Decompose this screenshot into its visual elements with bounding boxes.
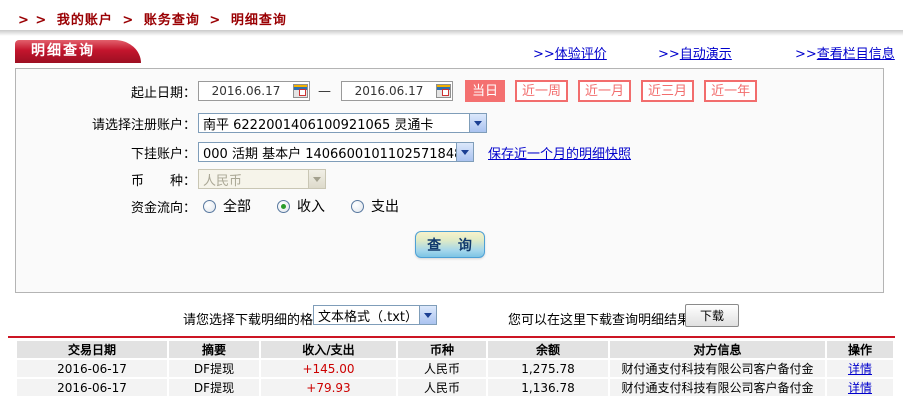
header-amount: 收入/支出 — [261, 341, 396, 358]
cell-date: 2016-06-17 — [17, 360, 167, 377]
cell-counterparty: 财付通支付科技有限公司客户备付金 — [610, 379, 825, 396]
table-header-row: 交易日期 摘要 收入/支出 币种 余额 对方信息 操作 — [17, 341, 893, 358]
radio-all-label: 全部 — [223, 199, 251, 215]
cell-action: 详情 — [827, 360, 893, 377]
quick-range-year-button[interactable]: 近一年 — [704, 80, 758, 102]
download-format-select[interactable]: 文本格式（.txt） — [313, 305, 437, 325]
query-form-panel: 起止日期： — 当日 近一周 近一月 近三月 近一年 请选择注册账户： 南平 6… — [15, 68, 884, 293]
calendar-icon[interactable] — [436, 84, 451, 98]
registered-account-label: 请选择注册账户： — [91, 117, 196, 133]
start-date-field[interactable] — [198, 81, 310, 101]
breadcrumb-separator: > — [122, 13, 135, 28]
breadcrumb-prefix: > > — [18, 13, 48, 28]
link-auto-demo[interactable]: >>自动演示 — [658, 43, 732, 62]
detail-link[interactable]: 详情 — [848, 381, 872, 395]
quick-range-month-button[interactable]: 近一月 — [578, 80, 632, 102]
currency-value: 人民币 — [203, 173, 243, 189]
breadcrumb-item-detail-query[interactable]: 明细查询 — [231, 13, 287, 28]
download-hint: 您可以在这里下载查询明细结果 — [508, 313, 691, 328]
cell-balance: 1,275.78 — [488, 360, 608, 377]
cell-amount: +79.93 — [261, 379, 396, 396]
currency-select: 人民币 — [198, 169, 326, 189]
breadcrumb: > > 我的账户 > 账务查询 > 明细查询 — [18, 9, 291, 28]
cell-currency: 人民币 — [398, 379, 486, 396]
calendar-icon[interactable] — [293, 84, 308, 98]
radio-income[interactable]: 收入 — [277, 196, 325, 216]
dropdown-arrow-icon[interactable] — [469, 114, 486, 132]
breadcrumb-item-account-query[interactable]: 账务查询 — [144, 13, 200, 28]
date-range-label: 起止日期： — [130, 85, 196, 101]
link-label: 体验评价 — [554, 47, 607, 62]
cell-action: 详情 — [827, 379, 893, 396]
start-date-input[interactable] — [199, 84, 293, 98]
dropdown-arrow-icon[interactable] — [456, 143, 473, 161]
end-date-input[interactable] — [342, 84, 436, 98]
link-label: 自动演示 — [679, 47, 732, 62]
table-row: 2016-06-17 DF提现 +145.00 人民币 1,275.78 财付通… — [17, 360, 893, 377]
download-button[interactable]: 下载 — [685, 304, 739, 327]
dropdown-arrow-icon[interactable] — [419, 306, 436, 324]
sub-account-select[interactable]: 000 活期 基本户 1406600101102571848 — [198, 142, 474, 162]
quick-range-week-button[interactable]: 近一周 — [515, 80, 569, 102]
detail-link[interactable]: 详情 — [848, 362, 872, 376]
radio-icon[interactable] — [203, 199, 216, 213]
tab-tail-decoration — [115, 40, 141, 63]
breadcrumb-item-my-accounts[interactable]: 我的账户 — [57, 13, 113, 28]
radio-all[interactable]: 全部 — [203, 196, 251, 216]
cell-balance: 1,136.78 — [488, 379, 608, 396]
end-date-field[interactable] — [341, 81, 453, 101]
download-format-value: 文本格式（.txt） — [318, 309, 419, 325]
radio-income-label: 收入 — [297, 199, 325, 215]
results-table: 交易日期 摘要 收入/支出 币种 余额 对方信息 操作 2016-06-17 D… — [15, 339, 895, 398]
currency-label: 币 种： — [130, 173, 196, 189]
cell-currency: 人民币 — [398, 360, 486, 377]
radio-expense[interactable]: 支出 — [351, 196, 399, 216]
date-range-dash: — — [318, 83, 331, 99]
header-summary: 摘要 — [169, 341, 259, 358]
table-row: 2016-06-17 DF提现 +79.93 人民币 1,136.78 财付通支… — [17, 379, 893, 396]
radio-icon[interactable] — [351, 199, 364, 213]
link-label: 查看栏目信息 — [816, 47, 895, 62]
registered-account-value: 南平 6222001406100921065 灵通卡 — [203, 117, 434, 133]
radio-expense-label: 支出 — [371, 199, 399, 215]
fund-flow-radio-group: 全部 收入 支出 — [203, 196, 425, 216]
header-action: 操作 — [827, 341, 893, 358]
cell-summary: DF提现 — [169, 379, 259, 396]
table-top-divider — [8, 336, 895, 338]
link-view-column-info[interactable]: >>查看栏目信息 — [795, 43, 895, 62]
cell-date: 2016-06-17 — [17, 379, 167, 396]
header-date: 交易日期 — [17, 341, 167, 358]
link-prefix: >> — [795, 47, 817, 62]
header-counterparty: 对方信息 — [610, 341, 825, 358]
download-format-label: 请您选择下载明细的格式 — [183, 313, 327, 328]
header-balance: 余额 — [488, 341, 608, 358]
cell-counterparty: 财付通支付科技有限公司客户备付金 — [610, 360, 825, 377]
radio-icon[interactable] — [277, 199, 290, 213]
dropdown-arrow-icon — [308, 170, 325, 188]
detail-query-page: > > 我的账户 > 账务查询 > 明细查询 明细查询 >>体验评价 >>自动演… — [0, 0, 903, 416]
sub-account-value: 000 活期 基本户 1406600101102571848 — [203, 146, 456, 162]
quick-range-today-button[interactable]: 当日 — [465, 80, 506, 102]
tab-detail-query[interactable]: 明细查询 — [15, 40, 115, 63]
breadcrumb-separator: > — [209, 13, 222, 28]
link-prefix: >> — [658, 47, 680, 62]
link-experience-rating[interactable]: >>体验评价 — [533, 43, 607, 62]
cell-amount: +145.00 — [261, 360, 396, 377]
quick-range-3months-button[interactable]: 近三月 — [641, 80, 695, 102]
save-snapshot-link[interactable]: 保存近一个月的明细快照 — [488, 143, 631, 162]
link-prefix: >> — [533, 47, 555, 62]
sub-account-label: 下挂账户： — [130, 146, 196, 162]
query-button[interactable]: 查 询 — [414, 231, 485, 258]
breadcrumb-divider — [0, 30, 903, 36]
registered-account-select[interactable]: 南平 6222001406100921065 灵通卡 — [198, 113, 487, 133]
fund-flow-label: 资金流向： — [130, 200, 196, 216]
header-currency: 币种 — [398, 341, 486, 358]
cell-summary: DF提现 — [169, 360, 259, 377]
